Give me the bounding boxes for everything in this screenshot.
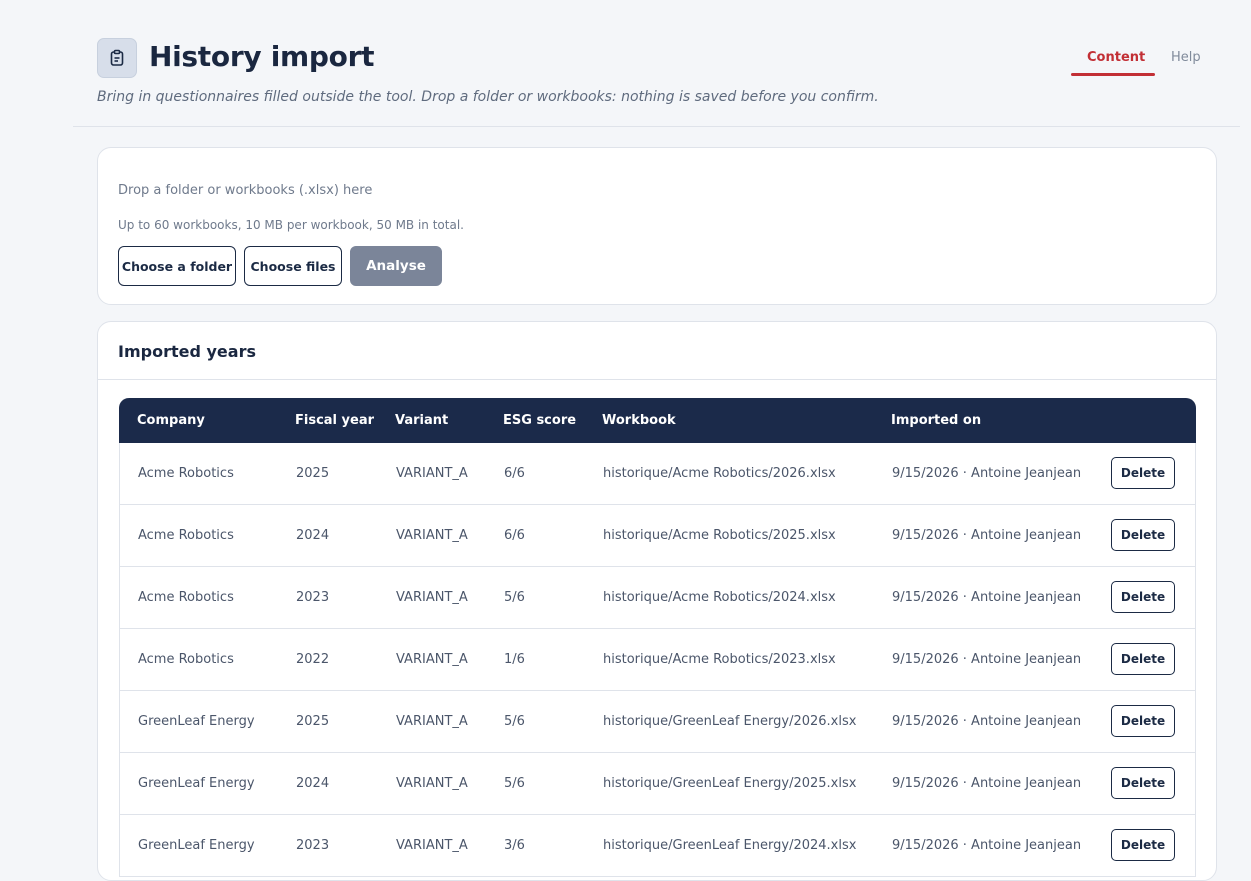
table-row: Acme Robotics 2025 VARIANT_A 6/6 histori…: [119, 443, 1196, 505]
cell-variant: VARIANT_A: [396, 714, 468, 729]
delete-button[interactable]: Delete: [1111, 581, 1175, 613]
upload-limits: Up to 60 workbooks, 10 MB per workbook, …: [118, 218, 464, 232]
cell-workbook: historique/GreenLeaf Energy/2026.xlsx: [603, 714, 857, 729]
cell-variant: VARIANT_A: [396, 652, 468, 667]
column-header-esg-score: ESG score: [503, 413, 577, 428]
column-header-workbook: Workbook: [602, 413, 676, 428]
table-row: GreenLeaf Energy 2025 VARIANT_A 5/6 hist…: [119, 691, 1196, 753]
cell-workbook: historique/Acme Robotics/2023.xlsx: [603, 652, 836, 667]
cell-company: GreenLeaf Energy: [138, 776, 255, 791]
table-row: Acme Robotics 2022 VARIANT_A 1/6 histori…: [119, 629, 1196, 691]
cell-workbook: historique/Acme Robotics/2024.xlsx: [603, 590, 836, 605]
delete-button[interactable]: Delete: [1111, 457, 1175, 489]
cell-esg-score: 5/6: [504, 590, 525, 605]
imported-years-title: Imported years: [118, 342, 256, 361]
cell-esg-score: 1/6: [504, 652, 525, 667]
table-row: GreenLeaf Energy 2024 VARIANT_A 5/6 hist…: [119, 753, 1196, 815]
delete-button[interactable]: Delete: [1111, 767, 1175, 799]
cell-company: Acme Robotics: [138, 590, 234, 605]
table-row: GreenLeaf Energy 2023 VARIANT_A 3/6 hist…: [119, 815, 1196, 877]
cell-company: Acme Robotics: [138, 652, 234, 667]
cell-company: Acme Robotics: [138, 528, 234, 543]
cell-fiscal-year: 2024: [296, 528, 330, 543]
page-header: History import Bring in questionnaires f…: [0, 0, 1251, 127]
cell-company: Acme Robotics: [138, 466, 234, 481]
cell-imported-on: 9/15/2026 · Antoine Jeanjean: [892, 776, 1082, 791]
cell-imported-on: 9/15/2026 · Antoine Jeanjean: [892, 528, 1082, 543]
column-header-imported-on: Imported on: [891, 413, 982, 428]
card-divider: [98, 379, 1216, 380]
cell-imported-on: 9/15/2026 · Antoine Jeanjean: [892, 590, 1082, 605]
cell-fiscal-year: 2023: [296, 590, 330, 605]
cell-fiscal-year: 2023: [296, 838, 330, 853]
cell-esg-score: 5/6: [504, 776, 525, 791]
delete-button[interactable]: Delete: [1111, 643, 1175, 675]
cell-variant: VARIANT_A: [396, 590, 468, 605]
column-header-fiscal-year: Fiscal year: [295, 413, 375, 428]
cell-imported-on: 9/15/2026 · Antoine Jeanjean: [892, 652, 1082, 667]
cell-workbook: historique/Acme Robotics/2025.xlsx: [603, 528, 836, 543]
clipboard-icon: [97, 38, 137, 78]
cell-variant: VARIANT_A: [396, 466, 468, 481]
active-tab-indicator: [1071, 73, 1155, 76]
drop-instructions: Drop a folder or workbooks (.xlsx) here: [118, 183, 373, 198]
cell-esg-score: 6/6: [504, 466, 525, 481]
cell-variant: VARIANT_A: [396, 528, 468, 543]
cell-fiscal-year: 2025: [296, 714, 330, 729]
page-title: History import: [149, 40, 375, 73]
cell-imported-on: 9/15/2026 · Antoine Jeanjean: [892, 466, 1082, 481]
cell-workbook: historique/Acme Robotics/2026.xlsx: [603, 466, 836, 481]
cell-imported-on: 9/15/2026 · Antoine Jeanjean: [892, 714, 1082, 729]
cell-esg-score: 3/6: [504, 838, 525, 853]
cell-workbook: historique/GreenLeaf Energy/2024.xlsx: [603, 838, 857, 853]
header-divider: [73, 126, 1240, 127]
delete-button[interactable]: Delete: [1111, 519, 1175, 551]
cell-company: GreenLeaf Energy: [138, 714, 255, 729]
cell-esg-score: 5/6: [504, 714, 525, 729]
cell-fiscal-year: 2022: [296, 652, 330, 667]
cell-fiscal-year: 2024: [296, 776, 330, 791]
delete-button[interactable]: Delete: [1111, 829, 1175, 861]
choose-files-button[interactable]: Choose files: [244, 246, 342, 286]
table-row: Acme Robotics 2024 VARIANT_A 6/6 histori…: [119, 505, 1196, 567]
imported-years-table: Company Fiscal year Variant ESG score Wo…: [119, 398, 1196, 877]
tab-help[interactable]: Help: [1171, 50, 1201, 65]
cell-variant: VARIANT_A: [396, 776, 468, 791]
cell-company: GreenLeaf Energy: [138, 838, 255, 853]
cell-fiscal-year: 2025: [296, 466, 330, 481]
column-header-variant: Variant: [395, 413, 449, 428]
upload-dropzone[interactable]: Drop a folder or workbooks (.xlsx) here …: [97, 147, 1217, 305]
cell-workbook: historique/GreenLeaf Energy/2025.xlsx: [603, 776, 857, 791]
page-subtitle: Bring in questionnaires filled outside t…: [97, 89, 879, 105]
cell-variant: VARIANT_A: [396, 838, 468, 853]
cell-imported-on: 9/15/2026 · Antoine Jeanjean: [892, 838, 1082, 853]
analyse-button[interactable]: Analyse: [350, 246, 442, 286]
column-header-company: Company: [137, 413, 205, 428]
choose-folder-button[interactable]: Choose a folder: [118, 246, 236, 286]
delete-button[interactable]: Delete: [1111, 705, 1175, 737]
cell-esg-score: 6/6: [504, 528, 525, 543]
table-row: Acme Robotics 2023 VARIANT_A 5/6 histori…: [119, 567, 1196, 629]
tab-content[interactable]: Content: [1087, 50, 1145, 65]
table-header: Company Fiscal year Variant ESG score Wo…: [119, 398, 1196, 443]
imported-years-card: Imported years Company Fiscal year Varia…: [97, 321, 1217, 881]
